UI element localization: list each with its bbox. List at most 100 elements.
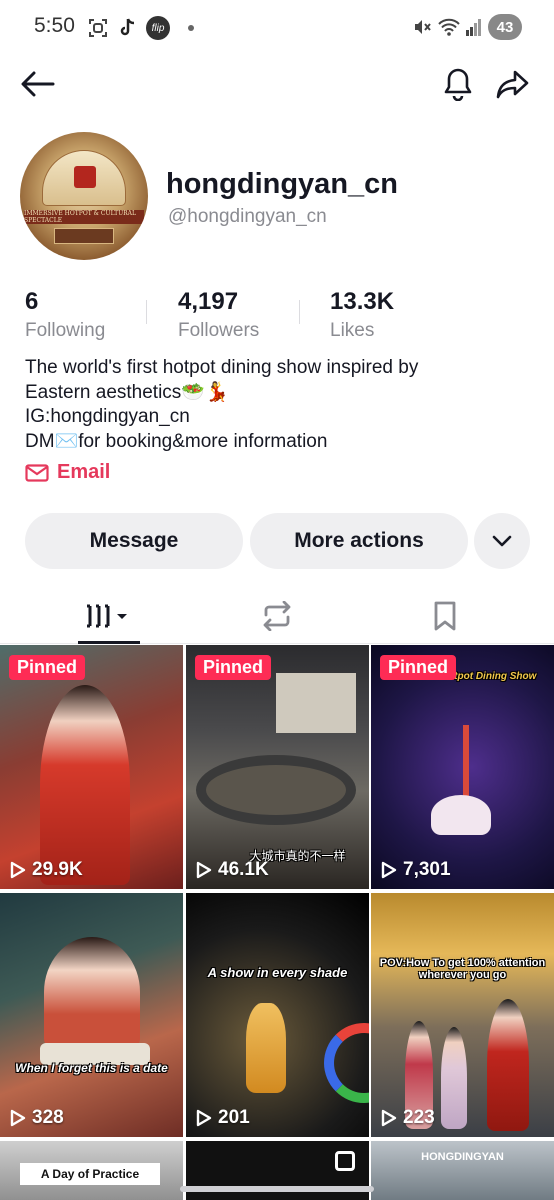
view-count: 46.1K: [196, 859, 269, 881]
color-wheel: [324, 1023, 369, 1103]
bio-line: The world's first hotpot dining show ins…: [25, 357, 419, 378]
repost-icon: [263, 601, 291, 631]
view-count: 201: [196, 1107, 250, 1129]
video-tile[interactable]: POV:How To get 100% attention wherever y…: [371, 893, 554, 1137]
bookmark-icon: [434, 601, 456, 631]
view-count-value: 46.1K: [218, 859, 269, 880]
tiktok-icon: [118, 18, 136, 38]
stat-divider: [299, 300, 300, 324]
stat-followers[interactable]: 4,197 Followers: [178, 288, 259, 342]
view-count: 29.9K: [10, 859, 83, 881]
view-count-value: 223: [403, 1107, 435, 1128]
more-actions-button[interactable]: More actions: [250, 513, 468, 569]
video-tile[interactable]: HONGDINGYAN: [371, 1141, 554, 1200]
stage-screen: [276, 673, 356, 733]
notification-button[interactable]: [438, 64, 478, 104]
bio-line: IG:hongdingyan_cn: [25, 406, 190, 427]
play-icon: [381, 1109, 397, 1127]
battery-badge: 43: [488, 14, 522, 40]
performer-figure: [40, 685, 130, 885]
followers-count: 4,197: [178, 288, 239, 315]
mail-icon: [25, 463, 49, 482]
video-tile[interactable]: Pinned 29.9K: [0, 645, 183, 889]
email-link[interactable]: Email: [25, 461, 110, 484]
multi-photo-icon: [335, 1151, 355, 1171]
bio-line: Eastern aesthetics🥗💃: [25, 381, 229, 403]
likes-count: 13.3K: [330, 288, 395, 315]
view-count-value: 7,301: [403, 859, 451, 880]
pinned-badge: Pinned: [195, 655, 272, 680]
play-icon: [196, 1109, 212, 1127]
email-label: Email: [57, 461, 111, 483]
share-button[interactable]: [492, 64, 532, 104]
video-caption: When I forget this is a date: [15, 1061, 168, 1075]
home-indicator[interactable]: [180, 1186, 374, 1192]
stat-following[interactable]: 6 Following: [25, 288, 105, 342]
notification-dot-icon: [188, 25, 194, 31]
video-tile[interactable]: When I forget this is a date 328: [0, 893, 183, 1137]
content-tabs: [0, 590, 554, 644]
play-icon: [196, 861, 212, 879]
stat-likes[interactable]: 13.3K Likes: [330, 288, 394, 342]
username: hongdingyan_cn: [166, 168, 398, 200]
bio-line: DM✉️for booking&more information: [25, 430, 328, 452]
bio: The world's first hotpot dining show ins…: [25, 356, 535, 454]
performer-figure: [44, 937, 140, 1047]
profile-stats: 6 Following 4,197 Followers 13.3K Likes: [0, 288, 554, 348]
dining-table-ring: [196, 755, 356, 825]
following-label: Following: [25, 320, 106, 341]
grid-icon: [87, 604, 127, 628]
stat-divider: [146, 300, 147, 324]
top-nav: [0, 56, 554, 112]
view-count-value: 201: [218, 1107, 250, 1128]
flip-icon: flip: [146, 16, 170, 40]
message-button[interactable]: Message: [25, 513, 243, 569]
likes-label: Likes: [330, 320, 375, 341]
video-caption: A Day of Practice: [20, 1163, 160, 1185]
play-icon: [381, 861, 397, 879]
tab-saved[interactable]: [415, 596, 475, 636]
video-caption: A show in every shade: [207, 965, 348, 980]
bell-icon: [444, 68, 472, 101]
arrow-left-icon: [21, 71, 55, 97]
tab-reposts[interactable]: [247, 596, 307, 636]
user-handle: @hongdingyan_cn: [168, 206, 327, 227]
video-caption: POV:How To get 100% attention wherever y…: [379, 957, 546, 981]
avatar-banner: IMMERSIVE HOTPOT & CULTURAL SPECTACLE: [24, 210, 144, 224]
status-time: 5:50: [34, 14, 75, 37]
video-tile[interactable]: A show in every shade 201: [186, 893, 369, 1137]
video-tile[interactable]: Immersive Hotpot Dining Show Pinned 7,30…: [371, 645, 554, 889]
view-count-value: 29.9K: [32, 859, 83, 880]
view-count: 223: [381, 1107, 435, 1129]
video-tile[interactable]: A Day of Practice: [0, 1141, 183, 1200]
video-tile[interactable]: Pinned 大城市真的不一样 46.1K: [186, 645, 369, 889]
tab-videos[interactable]: [80, 596, 140, 636]
avatar-seal-graphic: [74, 166, 96, 188]
dancer-figure: [431, 795, 491, 835]
following-count: 6: [25, 288, 39, 315]
view-count: 7,301: [381, 859, 451, 881]
dancer-figure: [246, 1003, 286, 1093]
play-icon: [10, 861, 26, 879]
wifi-icon: [438, 18, 460, 36]
active-tab-indicator: [78, 641, 140, 644]
play-icon: [10, 1109, 26, 1127]
signal-icon: [466, 18, 482, 36]
back-button[interactable]: [18, 64, 58, 104]
share-icon: [496, 70, 529, 99]
pinned-badge: Pinned: [380, 655, 457, 680]
performer-figure: [487, 999, 529, 1131]
video-caption: HONGDINGYAN: [421, 1151, 504, 1163]
performer-figure: [441, 1027, 467, 1129]
expand-button[interactable]: [474, 513, 530, 569]
chevron-down-icon: [492, 535, 512, 547]
avatar-plate-graphic: [54, 228, 114, 244]
pinned-badge: Pinned: [9, 655, 86, 680]
followers-label: Followers: [178, 320, 260, 341]
view-count: 328: [10, 1107, 64, 1129]
view-count-value: 328: [32, 1107, 64, 1128]
status-bar: 5:50 flip 43: [0, 0, 554, 56]
avatar[interactable]: IMMERSIVE HOTPOT & CULTURAL SPECTACLE: [20, 132, 148, 260]
screenshot-icon: [88, 18, 108, 38]
mute-icon: [412, 17, 432, 37]
